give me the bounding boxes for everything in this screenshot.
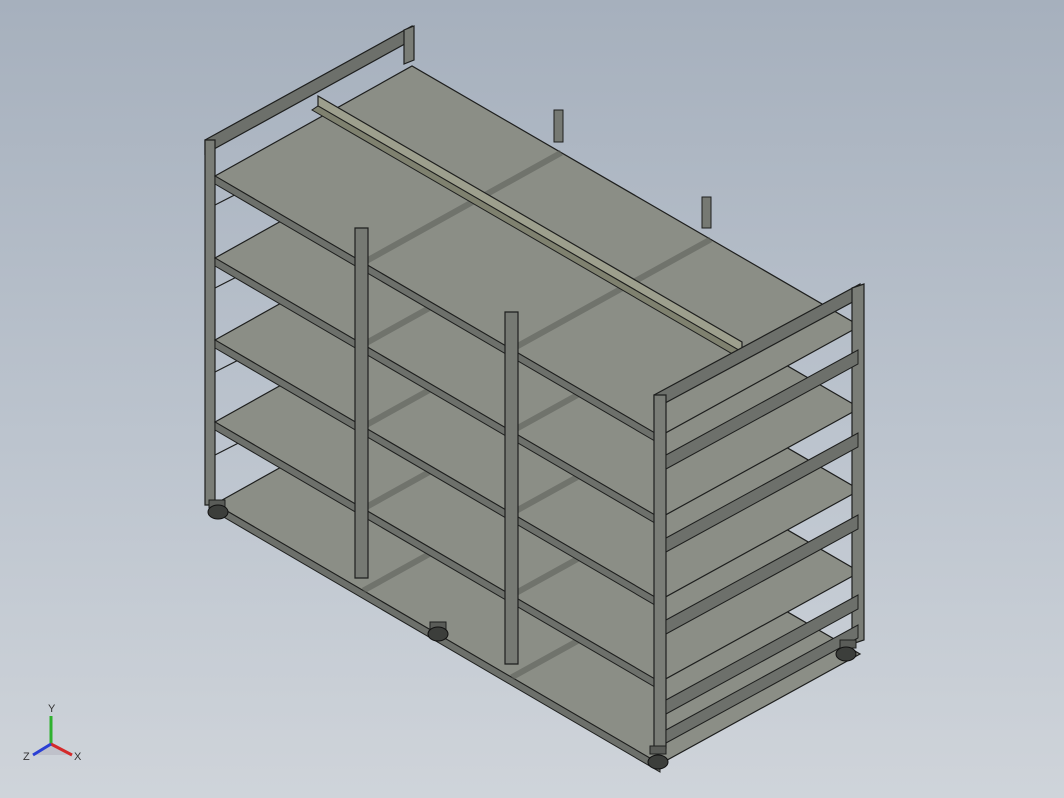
caster-wheel-back-left[interactable] <box>207 499 229 520</box>
rear-post-top-a[interactable] <box>553 109 564 143</box>
coordinate-triad: Y X Z <box>23 703 82 763</box>
triad-z-label: Z <box>23 751 30 763</box>
triad-y-label: Y <box>48 703 56 715</box>
rear-post-top-b[interactable] <box>701 196 712 229</box>
front-post-middle[interactable] <box>504 311 519 665</box>
cad-graphics-viewport[interactable]: Y X Z <box>0 0 1064 798</box>
shelving-rack-model[interactable] <box>0 0 1064 798</box>
caster-wheel-front-right[interactable] <box>647 745 669 770</box>
front-post-left[interactable] <box>354 227 369 579</box>
triad-x-label: X <box>74 751 82 763</box>
caster-wheel-front-middle[interactable] <box>427 621 449 642</box>
shelf-group[interactable] <box>213 65 862 773</box>
